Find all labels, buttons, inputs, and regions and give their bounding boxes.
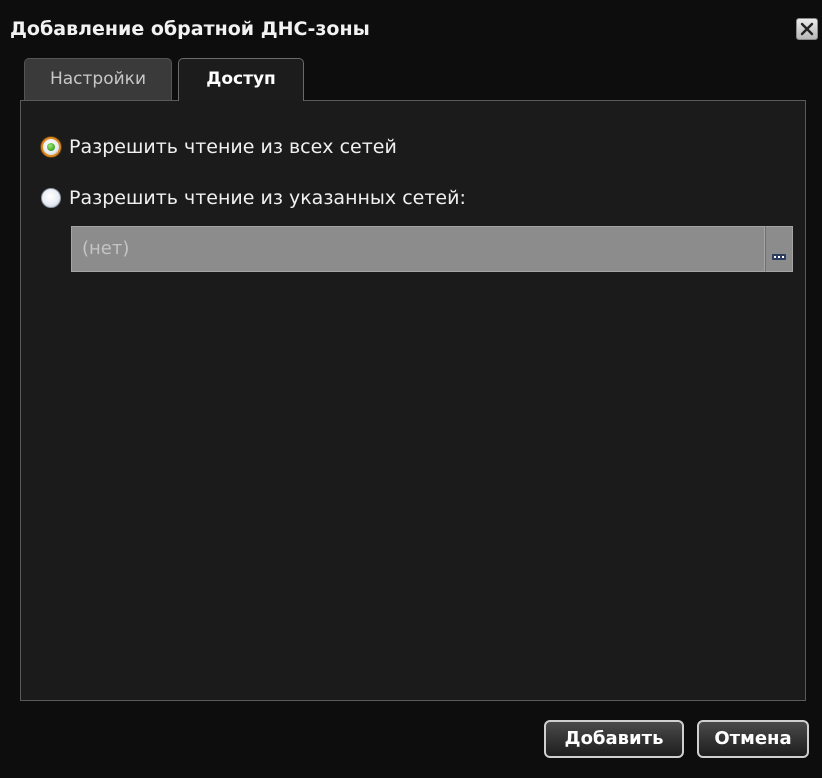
networks-field: (нет) [71,226,765,272]
tab-settings[interactable]: Настройки [24,58,172,100]
tab-access[interactable]: Доступ [178,58,304,101]
radio-dot [47,143,55,151]
radio-label-specified-networks[interactable]: Разрешить чтение из указанных сетей: [69,185,466,211]
radio-button-checked[interactable] [41,137,61,157]
dialog-title: Добавление обратной ДНС-зоны [10,18,370,40]
radio-label-all-networks[interactable]: Разрешить чтение из всех сетей [69,134,397,160]
browse-networks-button [765,226,793,272]
cancel-button[interactable]: Отмена [697,720,809,758]
dialog-window: Добавление обратной ДНС-зоны Настройки Д… [0,0,822,778]
close-icon [797,19,817,39]
radio-button-unchecked[interactable] [41,188,61,208]
ellipsis-icon [772,254,786,260]
title-bar[interactable]: Добавление обратной ДНС-зоны [0,0,822,58]
access-panel: Разрешить чтение из всех сетей Разрешить… [20,100,806,701]
add-button[interactable]: Добавить [544,720,684,758]
close-button[interactable] [796,18,818,40]
